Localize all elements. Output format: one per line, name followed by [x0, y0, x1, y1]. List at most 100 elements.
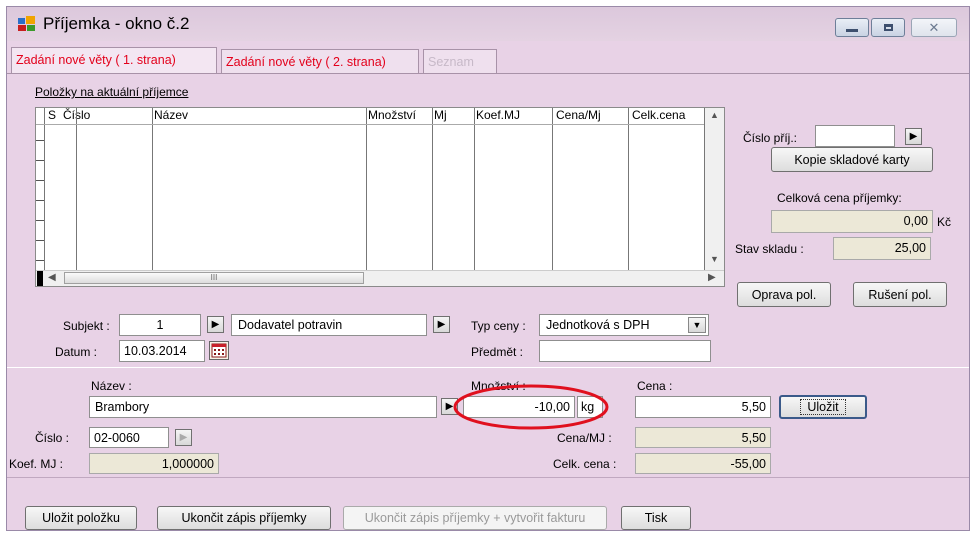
predmet-input[interactable]: [539, 340, 711, 362]
nazev-input[interactable]: Brambory: [89, 396, 437, 418]
cislo-prij-input[interactable]: [815, 125, 895, 147]
grid-column-divider: [44, 108, 45, 270]
kopie-skladove-karty-button[interactable]: Kopie skladové karty: [771, 147, 933, 172]
cislo-prij-lookup-button[interactable]: ▶: [905, 128, 922, 145]
minimize-icon: [846, 29, 858, 32]
oprava-pol-button[interactable]: Oprava pol.: [737, 282, 831, 307]
row-marker: [36, 180, 44, 181]
col-header-celk-cena[interactable]: Celk.cena: [632, 108, 685, 124]
ulozit-polozku-button[interactable]: Uložit položku: [25, 506, 137, 530]
col-header-nazev[interactable]: Název: [154, 108, 188, 124]
nazev-label: Název :: [91, 379, 132, 393]
tab-baseline: [7, 73, 969, 74]
celkova-cena-label: Celková cena příjemky:: [777, 191, 902, 205]
celkova-cena-value: 0,00: [771, 210, 933, 233]
dodavatel-input[interactable]: Dodavatel potravin: [231, 314, 427, 336]
stav-skladu-value: 25,00: [833, 237, 931, 260]
col-header-koef[interactable]: Koef.MJ: [476, 108, 520, 124]
predmet-label: Předmět :: [471, 345, 524, 359]
maximize-button[interactable]: [871, 18, 905, 37]
grid-column-divider: [366, 108, 367, 270]
row-indicator: [37, 271, 43, 286]
datum-input[interactable]: 10.03.2014: [119, 340, 205, 362]
scroll-left-icon[interactable]: ◀: [48, 272, 56, 283]
vertical-scrollbar[interactable]: ▲ ▼: [705, 108, 724, 270]
ukoncit-faktura-button[interactable]: Ukončit zápis příjemky + vytvořit faktur…: [343, 506, 607, 530]
row-marker: [36, 220, 44, 221]
subjekt-label: Subjekt :: [63, 319, 110, 333]
row-marker: [36, 240, 44, 241]
row-marker: [36, 260, 44, 261]
arrow-right-icon: ▶: [909, 131, 918, 142]
grid-column-divider: [76, 108, 77, 270]
arrow-right-icon: ▶: [179, 432, 188, 443]
cislo-lookup-button[interactable]: ▶: [175, 429, 192, 446]
celk-cena-label: Celk. cena :: [553, 457, 617, 471]
calendar-icon: [211, 343, 227, 358]
col-header-s[interactable]: S: [48, 108, 56, 124]
cena-label: Cena :: [637, 379, 673, 393]
tab-seznam-label: Seznam: [428, 55, 474, 69]
close-button[interactable]: ✕: [911, 18, 957, 37]
datum-label: Datum :: [55, 345, 98, 359]
minimize-button[interactable]: [835, 18, 869, 37]
title-bar: Příjemka - okno č.2 ✕: [7, 7, 969, 41]
col-header-cena-mj[interactable]: Cena/Mj: [556, 108, 601, 124]
koef-mj-label: Koef. MJ :: [9, 457, 64, 471]
ruseni-pol-button[interactable]: Rušení pol.: [853, 282, 947, 307]
subjekt-lookup-button[interactable]: ▶: [207, 316, 224, 333]
subjekt-input[interactable]: 1: [119, 314, 201, 336]
arrow-right-icon: ▶: [437, 319, 446, 330]
stav-skladu-label: Stav skladu :: [735, 242, 804, 256]
grid-column-divider: [152, 108, 153, 270]
currency-label: Kč: [937, 215, 952, 229]
scroll-down-icon[interactable]: ▼: [710, 254, 719, 264]
maximize-icon: [883, 24, 893, 31]
window-title: Příjemka - okno č.2: [43, 14, 190, 33]
tab-page-1-label: Zadání nové věty ( 1. strana): [16, 53, 176, 67]
tab-seznam[interactable]: Seznam: [423, 49, 497, 73]
ulozit-button-label: Uložit: [800, 399, 846, 415]
tisk-button[interactable]: Tisk: [621, 506, 691, 530]
ulozit-button[interactable]: Uložit: [779, 395, 867, 419]
celk-cena-value: -55,00: [635, 453, 771, 474]
grid-column-divider: [432, 108, 433, 270]
cislo-prij-label: Číslo příj.:: [743, 131, 798, 145]
scroll-right-icon[interactable]: ▶: [708, 272, 716, 283]
horizontal-scrollbar[interactable]: ◀ III ▶: [36, 270, 724, 286]
section-divider: [7, 367, 969, 368]
cena-input[interactable]: 5,50: [635, 396, 771, 418]
grid-column-divider: [474, 108, 475, 270]
horizontal-scroll-thumb[interactable]: III: [64, 272, 364, 284]
grid-header-divider: [36, 124, 704, 125]
app-icon: [18, 16, 35, 31]
arrow-right-icon: ▶: [211, 319, 220, 330]
tab-page-1[interactable]: Zadání nové věty ( 1. strana): [11, 47, 217, 74]
grid-caption: Položky na aktuální příjemce: [35, 85, 189, 99]
row-marker: [36, 140, 44, 141]
cena-mj-value: 5,50: [635, 427, 771, 448]
typ-ceny-label: Typ ceny :: [471, 319, 526, 333]
close-icon: ✕: [928, 19, 940, 35]
cislo-input[interactable]: 02-0060: [89, 427, 169, 448]
ukoncit-zapis-button[interactable]: Ukončit zápis příjemky: [157, 506, 331, 530]
items-grid[interactable]: S Číslo Název Množství Mj Koef.MJ Cena/M…: [35, 107, 725, 287]
cislo-label: Číslo :: [35, 431, 70, 445]
typ-ceny-select[interactable]: Jednotková s DPH ▼: [539, 314, 709, 336]
row-selector-column: [36, 124, 44, 270]
grid-column-divider: [628, 108, 629, 270]
col-header-mnozstvi[interactable]: Množství: [368, 108, 416, 124]
tab-page-2[interactable]: Zadání nové věty ( 2. strana): [221, 49, 419, 73]
tab-page-2-label: Zadání nové věty ( 2. strana): [226, 55, 386, 69]
dodavatel-lookup-button[interactable]: ▶: [433, 316, 450, 333]
calendar-button[interactable]: [209, 341, 229, 360]
grid-column-divider: [552, 108, 553, 270]
row-marker: [36, 200, 44, 201]
koef-mj-value: 1,000000: [89, 453, 219, 474]
col-header-mj[interactable]: Mj: [434, 108, 447, 124]
cena-mj-label: Cena/MJ :: [557, 431, 612, 445]
highlight-ellipse: [453, 384, 609, 430]
scroll-up-icon[interactable]: ▲: [710, 110, 719, 120]
chevron-down-icon[interactable]: ▼: [688, 317, 706, 333]
row-marker: [36, 160, 44, 161]
